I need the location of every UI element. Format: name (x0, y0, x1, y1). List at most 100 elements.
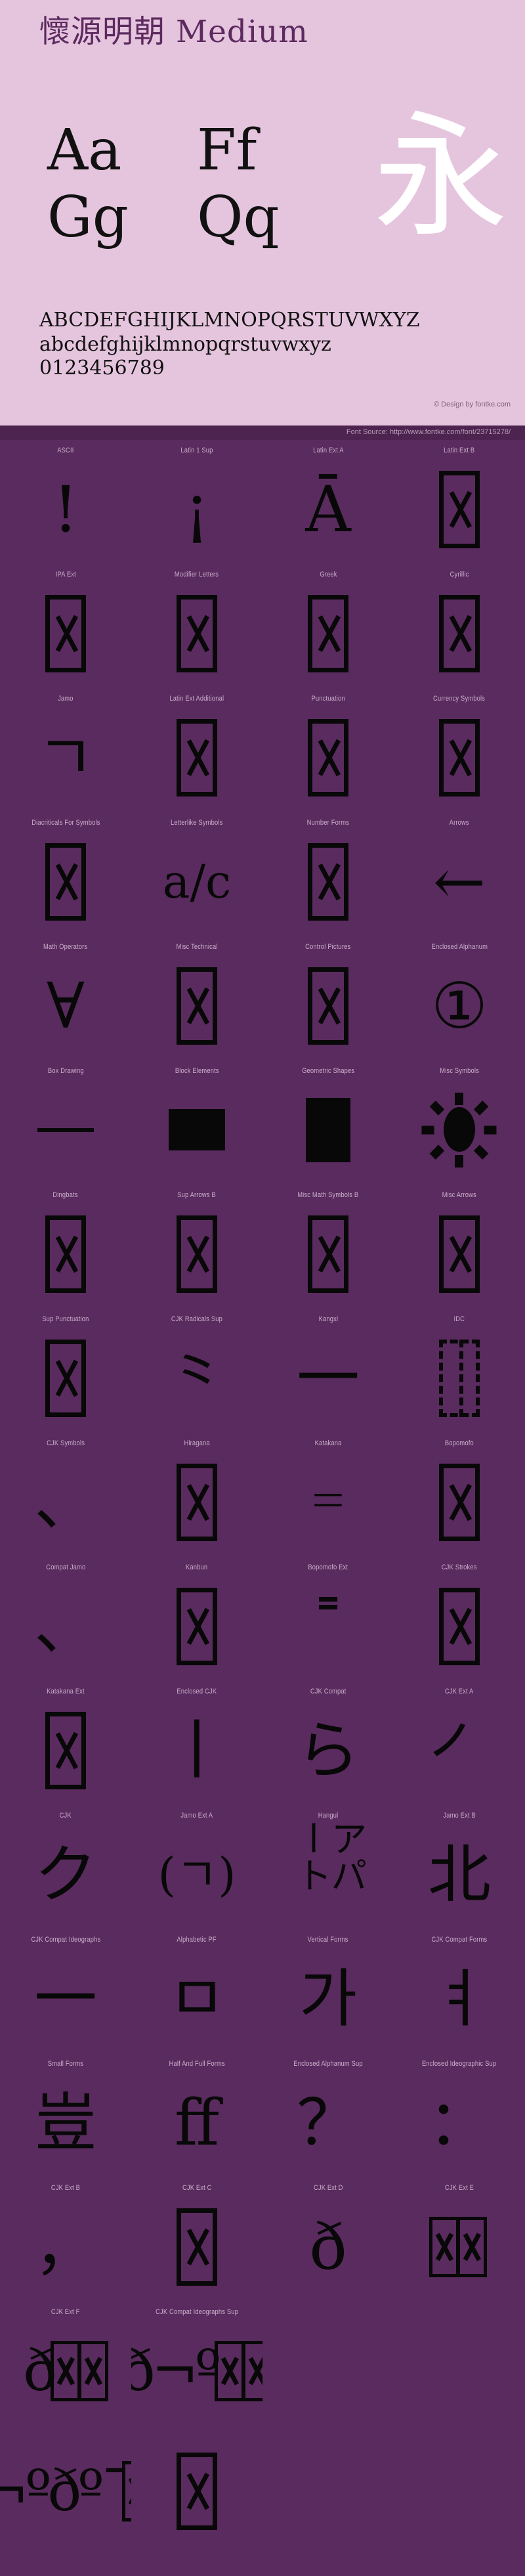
glyph-cell-misc-arrows[interactable]: Misc Arrows (394, 1185, 525, 1309)
glyph-cell-sample (394, 2308, 525, 2426)
glyph-cell-block-elements[interactable]: Block Elements (131, 1060, 262, 1185)
glyph-cell-enclosed-alphanum[interactable]: Enclosed Alphanum ① (394, 936, 525, 1060)
glyph-cell-empty[interactable] (131, 2426, 262, 2550)
glyph-cell-box-drawing[interactable]: Box Drawing (0, 1060, 131, 1185)
glyph-cell-punctuation[interactable]: Punctuation (262, 688, 394, 812)
glyph-cell-empty[interactable] (394, 2302, 525, 2426)
glyph-cell-modifier-letters[interactable]: Modifier Letters (131, 564, 262, 688)
glyph-cell-sample (394, 1447, 525, 1557)
glyph-cell-sample (394, 1323, 525, 1433)
missing-glyph-box (308, 718, 348, 797)
glyph-cell-enclosed-ideographic-sup[interactable]: Enclosed Ideographic Sup ： (394, 2053, 525, 2177)
glyph-cell-diacriticals-for-symbols[interactable]: Diacriticals For Symbols (0, 812, 131, 936)
glyph-cell-sample (394, 1199, 525, 1309)
glyph-cell-empty[interactable]: ð¬ºðº¯ (0, 2426, 131, 2550)
glyph-cell-hiragana[interactable]: Hiragana (131, 1433, 262, 1557)
glyph-cell-empty[interactable] (262, 2426, 394, 2550)
glyph-cell-kangxi[interactable]: Kangxi ⼀ (262, 1309, 394, 1433)
glyph-cell-geometric-shapes[interactable]: Geometric Shapes (262, 1060, 394, 1185)
glyph-grid-row: Box Drawing Block Elements Geometric Shape… (0, 1060, 525, 1185)
glyph-cell-cjk-ext-e[interactable]: CJK Ext E (394, 2177, 525, 2302)
glyph-cell-cjk-symbols[interactable]: CJK Symbols 、 (0, 1433, 131, 1557)
glyph-cell-sup-arrows-b[interactable]: Sup Arrows B (131, 1185, 262, 1309)
glyph-cell-bopomofo[interactable]: Bopomofo (394, 1433, 525, 1557)
glyph-cell-katakana[interactable]: Katakana ゠ (262, 1433, 394, 1557)
glyph-cell-currency-symbols[interactable]: Currency Symbols (394, 688, 525, 812)
glyph-cell-idc[interactable]: IDC (394, 1309, 525, 1433)
glyph-cell-cjk-ext-f[interactable]: CJK Ext F ð (0, 2302, 131, 2426)
glyph-cell-vertical-forms[interactable]: Vertical Forms 가 (262, 1929, 394, 2053)
glyph-cell-sample: ㅁ (167, 1961, 226, 2036)
sun-ray (429, 1100, 445, 1116)
sun-icon (421, 1092, 497, 1168)
glyph-cell-arrows[interactable]: Arrows ← (394, 812, 525, 936)
glyph-grid-row: Diacriticals For Symbols Letterlike Symbo… (0, 812, 525, 936)
glyph-cell-math-operators[interactable]: Math Operators ∀ (0, 936, 131, 1060)
glyph-cell-latin-1-sup[interactable]: Latin 1 Sup ¡ (131, 440, 262, 564)
glyph-cell-latin-ext-b[interactable]: Latin Ext B (394, 440, 525, 564)
glyph-cell-control-pictures[interactable]: Control Pictures (262, 936, 394, 1060)
glyph-cell-ascii[interactable]: ASCII! (0, 440, 131, 564)
glyph-cell-sample: ク (34, 1837, 97, 1911)
glyph-cell-number-forms[interactable]: Number Forms (262, 812, 394, 936)
glyph-cell-cjk-compat-ideographs-sup[interactable]: CJK Compat Ideographs Sup ð¬º (131, 2302, 262, 2426)
glyph-cell-hangul[interactable]: Hangul アパート (262, 1805, 394, 1929)
glyph-cell-label: CJK Ext E (444, 2184, 474, 2192)
glyph-cell-cjk[interactable]: CJK ク (0, 1805, 131, 1929)
glyph-cell-cjk-ext-d[interactable]: CJK Ext D ð (262, 2177, 394, 2302)
glyph-cell-label: Greek (319, 571, 337, 579)
glyph-cell-cjk-ext-a[interactable]: CJK Ext A ㇒ (394, 1681, 525, 1805)
glyph-cell-cyrillic[interactable]: Cyrillic (394, 564, 525, 688)
glyph-cell-cjk-strokes[interactable]: CJK Strokes (394, 1557, 525, 1681)
glyph-cell-jamo-ext-a[interactable]: Jamo Ext A (ㄱ) (131, 1805, 262, 1929)
font-source-link[interactable]: Font Source: http://www.fontke.com/font/… (346, 428, 511, 436)
glyph-cell-alphabetic-pf[interactable]: Alphabetic PF ㅁ (131, 1929, 262, 2053)
glyph-cell-misc-symbols[interactable]: Misc Symbols (394, 1060, 525, 1185)
glyph-cell-enclosed-cjk[interactable]: Enclosed CJK 丨 (131, 1681, 262, 1805)
glyph-cell-sample: 一 (34, 1961, 97, 2036)
glyph-cell-small-forms[interactable]: Small Forms 豈 (0, 2053, 131, 2177)
glyph-cell-latin-ext-additional[interactable]: Latin Ext Additional (131, 688, 262, 812)
glyph-cell-sample: ff (174, 2085, 220, 2160)
glyph-cell-cjk-ext-b[interactable]: CJK Ext B ， (0, 2177, 131, 2302)
missing-glyph-box (177, 718, 217, 797)
glyph-cell-sample (394, 1075, 525, 1185)
glyph-cell-ipa-ext[interactable]: IPA Ext (0, 564, 131, 688)
glyph-cell-katakana-ext[interactable]: Katakana Ext (0, 1681, 131, 1805)
glyph-cell-misc-math-symbols-b[interactable]: Misc Math Symbols B (262, 1185, 394, 1309)
glyph-cell-dingbats[interactable]: Dingbats (0, 1185, 131, 1309)
glyph-cell-greek[interactable]: Greek (262, 564, 394, 688)
glyph-cell-misc-technical[interactable]: Misc Technical (131, 936, 262, 1060)
glyph-cell-kanbun[interactable]: Kanbun (131, 1557, 262, 1681)
glyph-cell-sample: ゠ (297, 1465, 360, 1539)
glyph-grid-row: Jamo ㄱ Latin Ext Additional Punctuation Curr… (0, 688, 525, 812)
glyph-cell-latin-ext-a[interactable]: Latin Ext A Ā (262, 440, 394, 564)
glyph-cell-cjk-compat-ideographs[interactable]: CJK Compat Ideographs 一 (0, 1929, 131, 2053)
glyph-cell-half-and-full-forms[interactable]: Half And Full Forms ff (131, 2053, 262, 2177)
font-source-bar: Font Source: http://www.fontke.com/font/… (0, 426, 525, 440)
glyph-cell-sample: ˭ (312, 1589, 344, 1663)
glyph-cell-sample (262, 2308, 394, 2426)
glyph-grid-row: ð¬ºðº¯ (0, 2426, 525, 2550)
glyph-cell-cjk-compat-forms[interactable]: CJK Compat Forms ㅕ (394, 1929, 525, 2053)
glyph-cell-letterlike-symbols[interactable]: Letterlike Symbols a/c (131, 812, 262, 936)
glyph-cell-jamo[interactable]: Jamo ㄱ (0, 688, 131, 812)
glyph-cell-empty[interactable] (262, 2302, 394, 2426)
idc-divider (459, 1339, 463, 1417)
glyph-cell-sample: ! (52, 472, 79, 546)
glyph-cell-label: CJK Ext B (51, 2184, 81, 2192)
missing-glyph-box (45, 1339, 86, 1417)
glyph-cell-empty[interactable] (394, 2426, 525, 2550)
glyph-cell-cjk-ext-c[interactable]: CJK Ext C (131, 2177, 262, 2302)
glyph-cell-cjk-radicals-sup[interactable]: CJK Radicals Sup ⺀ (131, 1309, 262, 1433)
glyph-cell-sample: 豈 (34, 2085, 97, 2160)
glyph-cell-compat-jamo[interactable]: Compat Jamo 、 (0, 1557, 131, 1681)
glyph-cell-enclosed-alphanum-sup[interactable]: Enclosed Alphanum Sup ？ (262, 2053, 394, 2177)
glyph-cell-label: Kangxi (318, 1315, 338, 1323)
glyph-cell-cjk-compat[interactable]: CJK Compat ら (262, 1681, 394, 1805)
missing-glyph-box (308, 1215, 348, 1293)
glyph-cell-jamo-ext-b[interactable]: Jamo Ext B 北 (394, 1805, 525, 1929)
glyph-cell-bopomofo-ext[interactable]: Bopomofo Ext ˭ (262, 1557, 394, 1681)
glyph-cell-sample (131, 1199, 262, 1309)
glyph-cell-sup-punctuation[interactable]: Sup Punctuation (0, 1309, 131, 1433)
